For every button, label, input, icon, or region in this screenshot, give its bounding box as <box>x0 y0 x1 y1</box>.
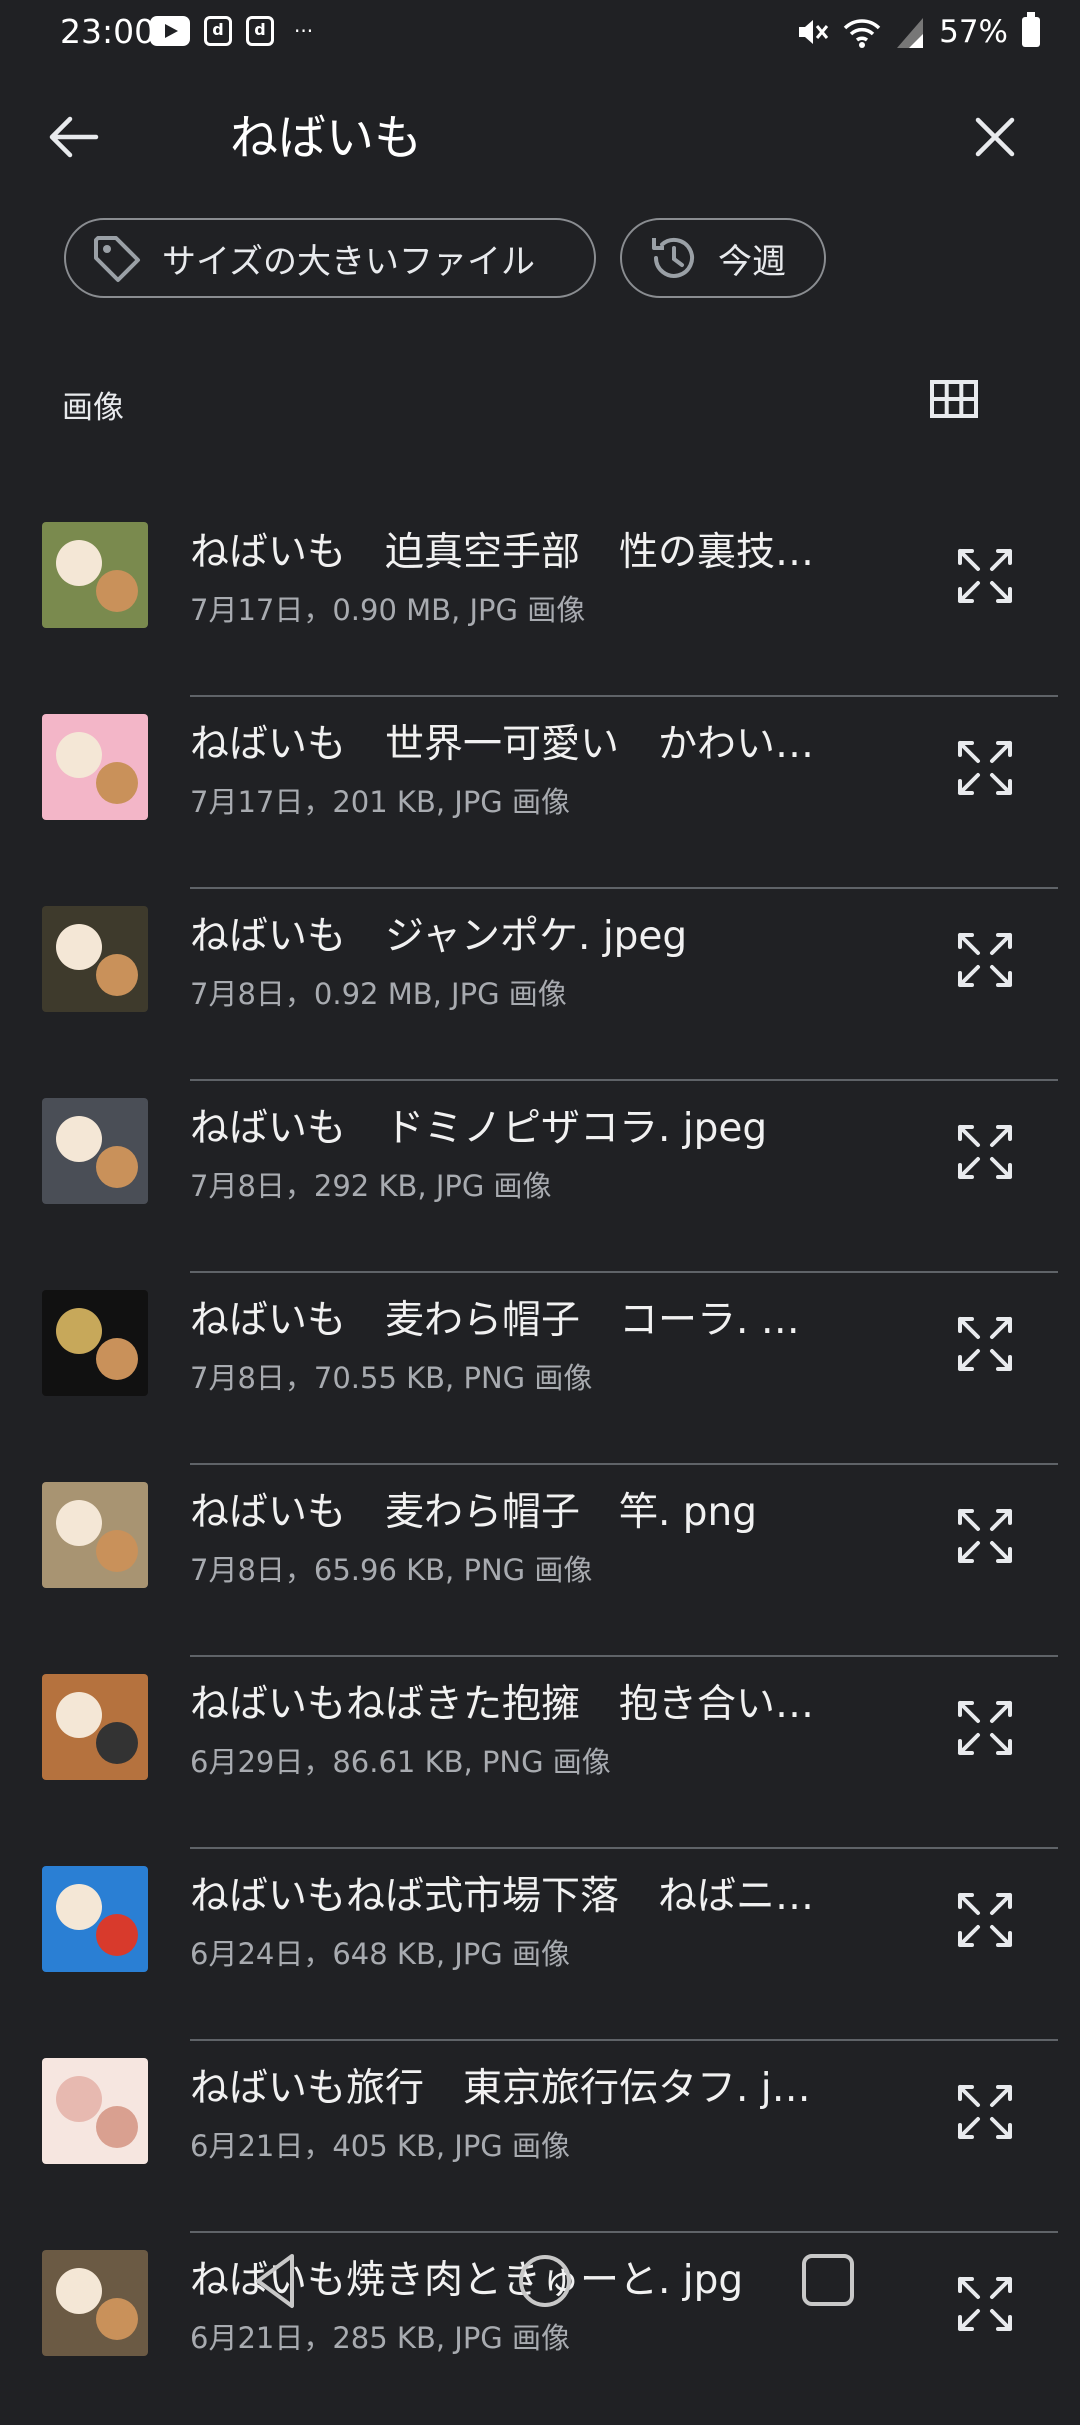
battery-percent: 57% <box>939 14 1008 50</box>
d-app-icon: d <box>246 16 274 46</box>
list-item[interactable]: ねばいもねば式市場下落 ねばニ… 6月24日，648 KB, JPG 画像 <box>0 1849 1080 2041</box>
chip-label: サイズの大きいファイル <box>162 241 535 282</box>
file-meta: 6月21日，405 KB, JPG 画像 <box>190 2129 571 2163</box>
list-item[interactable]: ねばいも ドミノピザコラ. jpeg 7月8日，292 KB, JPG 画像 <box>0 1081 1080 1273</box>
expand-icon[interactable] <box>952 543 1018 609</box>
expand-icon[interactable] <box>952 1503 1018 1569</box>
chip-label: 今週 <box>718 241 786 282</box>
file-meta: 6月29日，86.61 KB, PNG 画像 <box>190 1745 611 1779</box>
file-name: ねばいも 麦わら帽子 コーラ. … <box>190 1298 800 1343</box>
grid-view-icon[interactable] <box>924 374 984 424</box>
filter-chip-large-files[interactable]: サイズの大きいファイル <box>64 218 596 298</box>
thumbnail <box>42 2058 148 2164</box>
notification-icons: d d ··· <box>150 16 313 46</box>
file-name: ねばいも 迫真空手部 性の裏技… <box>190 530 815 575</box>
expand-icon[interactable] <box>952 1119 1018 1185</box>
thumbnail <box>42 906 148 1012</box>
list-item[interactable]: ねばいも ジャンポケ. jpeg 7月8日，0.92 MB, JPG 画像 <box>0 889 1080 1081</box>
nav-back-icon[interactable] <box>240 2244 314 2318</box>
arrow-left-icon[interactable] <box>36 100 110 174</box>
list-item[interactable]: ねばいも 迫真空手部 性の裏技… 7月17日，0.90 MB, JPG 画像 <box>0 505 1080 697</box>
thumbnail <box>42 714 148 820</box>
search-bar: ねばいも <box>0 70 1080 200</box>
expand-icon[interactable] <box>952 1695 1018 1761</box>
section-title: 画像 <box>62 390 124 426</box>
close-icon[interactable] <box>958 100 1032 174</box>
expand-icon[interactable] <box>952 1311 1018 1377</box>
file-meta: 6月24日，648 KB, JPG 画像 <box>190 1937 571 1971</box>
tag-icon <box>94 236 140 282</box>
system-nav-bar <box>0 2230 1080 2340</box>
wifi-icon <box>843 19 881 48</box>
file-meta: 7月17日，201 KB, JPG 画像 <box>190 785 571 819</box>
history-icon <box>652 237 694 278</box>
list-item[interactable]: ねばいも 麦わら帽子 竿. png 7月8日，65.96 KB, PNG 画像 <box>0 1465 1080 1657</box>
file-meta: 7月8日，0.92 MB, JPG 画像 <box>190 977 567 1011</box>
file-name: ねばいも ジャンポケ. jpeg <box>190 914 688 959</box>
filter-chip-this-week[interactable]: 今週 <box>620 218 826 298</box>
nav-recents-icon[interactable] <box>796 2248 860 2312</box>
battery-icon <box>1022 12 1040 47</box>
expand-icon[interactable] <box>952 1887 1018 1953</box>
list-item[interactable]: ねばいも 麦わら帽子 コーラ. … 7月8日，70.55 KB, PNG 画像 <box>0 1273 1080 1465</box>
expand-icon[interactable] <box>952 735 1018 801</box>
list-item[interactable]: ねばいも旅行 東京旅行伝タフ. j… 6月21日，405 KB, JPG 画像 <box>0 2041 1080 2233</box>
thumbnail <box>42 1098 148 1204</box>
file-name: ねばいもねば式市場下落 ねばニ… <box>190 1874 815 1919</box>
thumbnail <box>42 522 148 628</box>
file-meta: 7月8日，65.96 KB, PNG 画像 <box>190 1553 593 1587</box>
thumbnail <box>42 1290 148 1396</box>
status-time: 23:00 <box>60 12 156 51</box>
search-query[interactable]: ねばいも <box>230 98 422 168</box>
file-meta: 7月17日，0.90 MB, JPG 画像 <box>190 593 586 627</box>
list-item[interactable]: ねばいも 世界一可愛い かわい… 7月17日，201 KB, JPG 画像 <box>0 697 1080 889</box>
expand-icon[interactable] <box>952 927 1018 993</box>
thumbnail <box>42 1674 148 1780</box>
status-bar: 23:00 d d ··· 57% <box>0 0 1080 70</box>
thumbnail <box>42 1482 148 1588</box>
file-name: ねばいもねばきた抱擁 抱き合い… <box>190 1682 815 1727</box>
list-item[interactable]: ねばいもねばきた抱擁 抱き合い… 6月29日，86.61 KB, PNG 画像 <box>0 1657 1080 1849</box>
system-icons: 57% <box>795 12 1040 50</box>
more-dots-icon: ··· <box>294 19 314 43</box>
nav-home-icon[interactable] <box>508 2244 582 2318</box>
signal-icon <box>897 18 924 48</box>
mute-icon <box>799 20 829 44</box>
d-app-icon: d <box>204 16 232 46</box>
expand-icon[interactable] <box>952 2079 1018 2145</box>
file-meta: 7月8日，70.55 KB, PNG 画像 <box>190 1361 593 1395</box>
file-name: ねばいも 麦わら帽子 竿. png <box>190 1490 758 1535</box>
file-name: ねばいも 世界一可愛い かわい… <box>190 722 815 767</box>
file-list: ねばいも 迫真空手部 性の裏技… 7月17日，0.90 MB, JPG 画像 ね… <box>0 505 1080 2425</box>
file-meta: 7月8日，292 KB, JPG 画像 <box>190 1169 552 1203</box>
file-name: ねばいも ドミノピザコラ. jpeg <box>190 1106 768 1151</box>
thumbnail <box>42 1866 148 1972</box>
youtube-icon <box>150 16 190 46</box>
file-name: ねばいも旅行 東京旅行伝タフ. j… <box>190 2066 811 2111</box>
